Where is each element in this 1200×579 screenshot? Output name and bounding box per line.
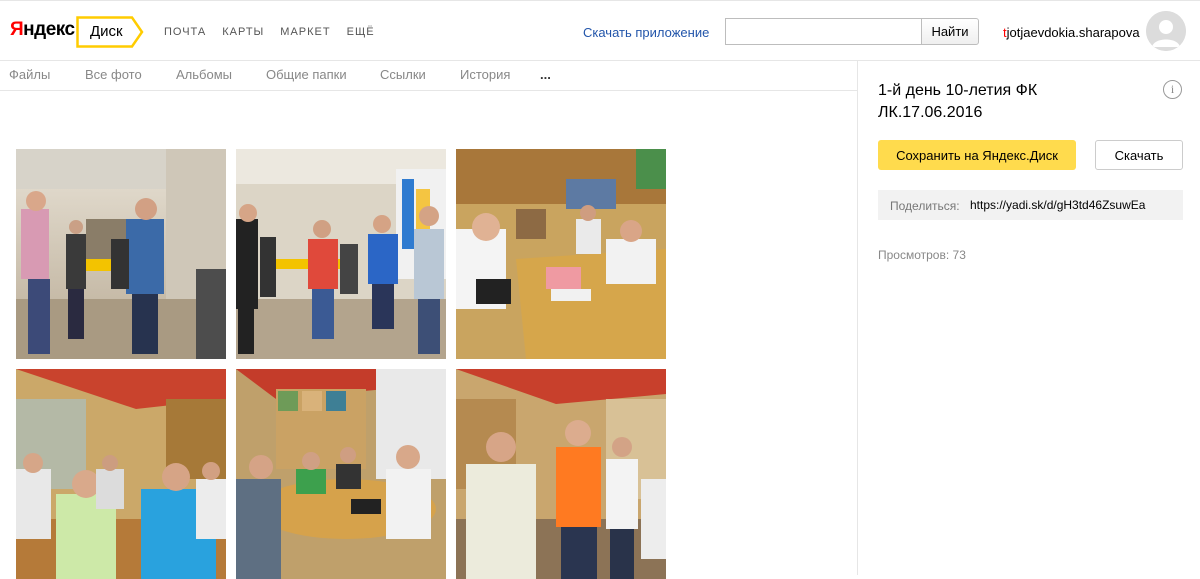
- photo-image: [236, 149, 446, 359]
- nav-links[interactable]: Ссылки: [380, 67, 426, 82]
- photo-image: [236, 369, 446, 579]
- share-label: Поделиться:: [890, 199, 960, 213]
- photo-image: [456, 369, 666, 579]
- nav-more[interactable]: ...: [540, 67, 551, 82]
- user-silhouette-icon: [1146, 11, 1186, 51]
- photo-image: [16, 369, 226, 579]
- top-bar: Яндекс Диск ПОЧТА КАРТЫ МАРКЕТ ЕЩЁ Скача…: [0, 0, 1200, 61]
- sub-navigation: Файлы Все фото Альбомы Общие папки Ссылк…: [0, 61, 857, 91]
- get-app-link[interactable]: Скачать приложение: [583, 25, 709, 40]
- nav-all-photos[interactable]: Все фото: [85, 67, 142, 82]
- info-icon[interactable]: i: [1163, 80, 1182, 99]
- photo-thumbnail[interactable]: [456, 369, 666, 579]
- disk-tab-label: Диск: [90, 23, 123, 40]
- album-sidebar: 1-й день 10-летия ФК ЛК.17.06.2016 i Сох…: [857, 61, 1200, 575]
- save-to-disk-button[interactable]: Сохранить на Яндекс.Диск: [878, 140, 1076, 170]
- photo-thumbnail[interactable]: [16, 149, 226, 359]
- search-button[interactable]: Найти: [921, 18, 979, 45]
- nav-shared-folders[interactable]: Общие папки: [266, 67, 347, 82]
- nav-files[interactable]: Файлы: [9, 67, 50, 82]
- service-maps[interactable]: КАРТЫ: [222, 26, 264, 38]
- share-url[interactable]: https://yadi.sk/d/gH3td46ZsuwEa: [970, 198, 1145, 212]
- service-market[interactable]: МАРКЕТ: [280, 26, 330, 38]
- search-input[interactable]: [725, 18, 922, 45]
- photo-thumbnail[interactable]: [236, 369, 446, 579]
- nav-history[interactable]: История: [460, 67, 510, 82]
- photo-grid: [0, 91, 857, 579]
- photo-image: [16, 149, 226, 359]
- service-mail[interactable]: ПОЧТА: [164, 26, 206, 38]
- download-button[interactable]: Скачать: [1095, 140, 1183, 170]
- nav-albums[interactable]: Альбомы: [176, 67, 232, 82]
- share-box: Поделиться: https://yadi.sk/d/gH3td46Zsu…: [878, 190, 1183, 220]
- photo-image: [456, 149, 666, 359]
- photo-thumbnail[interactable]: [236, 149, 446, 359]
- yandex-logo[interactable]: Яндекс: [10, 19, 75, 41]
- photo-thumbnail[interactable]: [456, 149, 666, 359]
- service-more[interactable]: ЕЩЁ: [347, 26, 375, 38]
- views-count: Просмотров: 73: [878, 248, 966, 262]
- services-menu: ПОЧТА КАРТЫ МАРКЕТ ЕЩЁ: [164, 26, 375, 38]
- disk-tab[interactable]: Диск: [76, 16, 144, 48]
- album-title: 1-й день 10-летия ФК ЛК.17.06.2016: [878, 82, 1038, 121]
- username[interactable]: tjotjaevdokia.sharapova: [1003, 25, 1140, 40]
- avatar[interactable]: [1146, 11, 1186, 51]
- photo-thumbnail[interactable]: [16, 369, 226, 579]
